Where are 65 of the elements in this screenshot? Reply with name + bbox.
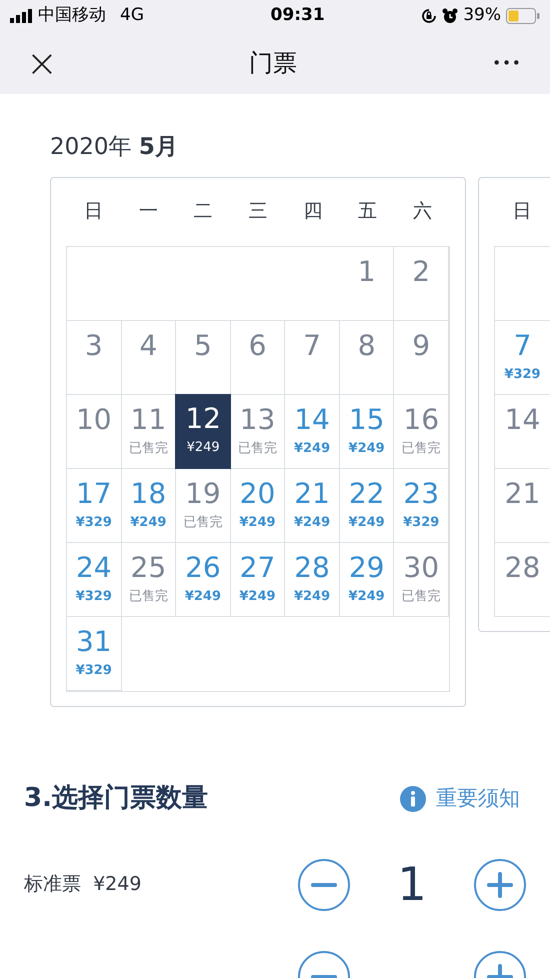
calendar-day[interactable]: 12 ¥249 bbox=[175, 394, 232, 468]
calendar-day[interactable]: 17 ¥329 bbox=[67, 468, 121, 542]
calendar-day[interactable]: 3 bbox=[67, 320, 121, 394]
calendar-day[interactable]: 30 已售完 bbox=[394, 542, 448, 616]
calendar-day[interactable]: 28 bbox=[495, 542, 550, 616]
rotation-lock-icon bbox=[421, 8, 438, 24]
calendar-day[interactable]: 10 bbox=[67, 394, 121, 468]
weekday-label: 日 bbox=[82, 199, 104, 224]
minus-icon bbox=[311, 882, 337, 886]
calendar-day[interactable]: 18 ¥249 bbox=[122, 468, 176, 542]
calendar-day[interactable]: 9 bbox=[394, 320, 448, 394]
weekday-label: 五 bbox=[357, 199, 378, 224]
calendar-day[interactable]: 6 bbox=[230, 320, 284, 394]
calendar-day[interactable]: 14 bbox=[495, 394, 550, 468]
calendar-day[interactable]: 31 ¥329 bbox=[67, 616, 121, 690]
calendar-day[interactable]: 27 ¥249 bbox=[230, 542, 284, 616]
signal-icon bbox=[10, 9, 34, 23]
calendar-day[interactable]: 19 已售完 bbox=[176, 468, 230, 542]
battery-icon bbox=[506, 8, 540, 24]
calendar-day[interactable]: 23 ¥329 bbox=[394, 468, 448, 542]
calendar-day[interactable]: 2 bbox=[394, 246, 448, 320]
calendar-day[interactable]: 7 bbox=[285, 320, 339, 394]
battery-percent: 39% bbox=[463, 4, 501, 28]
calendar-day[interactable]: 1 bbox=[340, 246, 394, 320]
calendar-day[interactable]: 4 bbox=[122, 320, 176, 394]
weekday-label: 三 bbox=[247, 199, 268, 224]
calendar-day[interactable]: 22 ¥249 bbox=[340, 468, 394, 542]
calendar-day[interactable]: 11 已售完 bbox=[122, 394, 176, 468]
carrier-name: 中国移动 bbox=[38, 4, 106, 28]
calendar-day[interactable]: 28 ¥249 bbox=[285, 542, 339, 616]
info-icon bbox=[400, 786, 426, 812]
weekday-label: 二 bbox=[192, 199, 214, 224]
close-button[interactable]: × bbox=[26, 44, 56, 82]
calendar-day[interactable]: 13 已售完 bbox=[230, 394, 284, 468]
section-title: 3.选择门票数量 bbox=[24, 782, 208, 815]
weekday-label: 一 bbox=[138, 199, 159, 224]
plus-icon bbox=[487, 872, 513, 898]
calendar-day[interactable]: 29 ¥249 bbox=[340, 542, 394, 616]
weekday-label: 六 bbox=[412, 199, 434, 224]
calendar-day[interactable]: 21 bbox=[495, 468, 550, 542]
calendar-day[interactable]: 16 已售完 bbox=[394, 394, 448, 468]
calendar-day[interactable]: 5 bbox=[176, 320, 230, 394]
calendar-day[interactable]: 14 ¥249 bbox=[285, 394, 339, 468]
page-title: 门票 bbox=[249, 48, 297, 79]
weekday-label: 日 bbox=[512, 199, 532, 224]
calendar-day[interactable]: 24 ¥329 bbox=[67, 542, 121, 616]
network-type: 4G bbox=[120, 4, 144, 28]
calendar-day[interactable]: 26 ¥249 bbox=[176, 542, 230, 616]
weekday-label: 四 bbox=[302, 199, 324, 224]
calendar-day[interactable]: 20 ¥249 bbox=[230, 468, 284, 542]
notice-link[interactable]: 重要须知 bbox=[400, 782, 526, 814]
increase-button[interactable] bbox=[474, 858, 526, 910]
calendar-day[interactable]: 25 已售完 bbox=[122, 542, 176, 616]
quantity-value: 1 bbox=[397, 856, 427, 913]
decrease-button[interactable] bbox=[298, 858, 350, 910]
calendar-day[interactable]: 15 ¥249 bbox=[340, 394, 394, 468]
calendar-day[interactable]: 21 ¥249 bbox=[285, 468, 339, 542]
alarm-icon bbox=[442, 8, 458, 24]
ticket-label: 标准票 ¥249 bbox=[24, 872, 142, 898]
more-button[interactable]: ••• bbox=[490, 52, 524, 74]
minus-icon bbox=[311, 974, 337, 978]
month-heading: 2020年 5月 bbox=[50, 133, 179, 162]
clock-time: 09:31 bbox=[270, 4, 325, 28]
calendar-day[interactable]: 8 bbox=[340, 320, 394, 394]
calendar-day[interactable]: 7 ¥329 bbox=[495, 320, 550, 394]
